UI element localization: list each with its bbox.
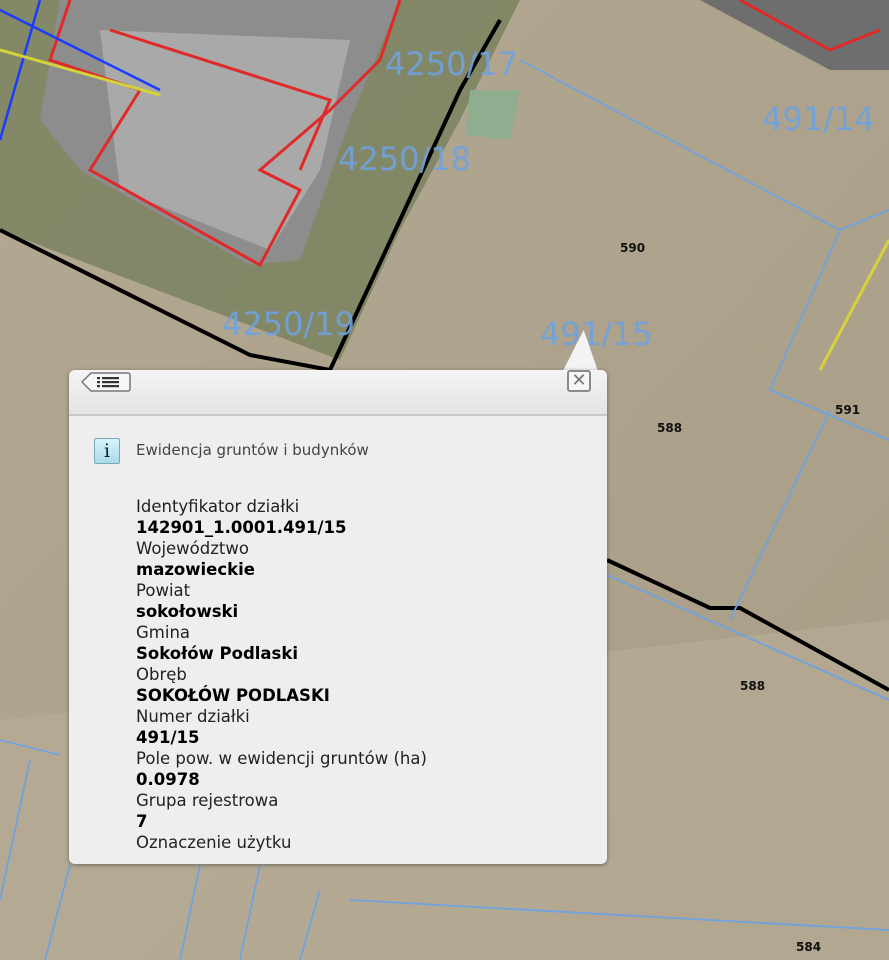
field-value: 142901_1.0001.491/15 [136,518,347,537]
info-icon: i [94,438,120,464]
attribute-list: Identyfikator działki 142901_1.0001.491/… [136,496,427,864]
parcel-label: 4250/17 [385,45,518,83]
field-label: Obręb [136,665,187,684]
field-value [136,853,427,864]
field-label: Gmina [136,623,191,642]
height-label: 590 [620,241,645,255]
popup-pointer [562,330,606,372]
field-value: 491/15 [136,728,200,747]
height-label: 591 [835,403,860,417]
field-value: 0.0978 [136,770,200,789]
field-value: sokołowski [136,602,239,621]
field-label: Numer działki [136,707,250,726]
parcel-label: 4250/19 [222,305,355,343]
parcel-label: 491/14 [762,100,875,138]
field-value: mazowieckie [136,560,255,579]
list-back-button[interactable] [81,372,131,392]
close-button[interactable]: ✕ [567,370,591,392]
field-label: Grupa rejestrowa [136,791,279,810]
field-label: Pole pow. w ewidencji gruntów (ha) [136,749,427,768]
field-value: Sokołów Podlaski [136,644,299,663]
field-label: Województwo [136,539,249,558]
source-title: Ewidencja gruntów i budynków [136,441,369,459]
close-icon: ✕ [571,370,587,391]
field-label: Oznaczenie użytku [136,833,292,852]
height-label: 584 [796,940,821,954]
field-label: Identyfikator działki [136,497,300,516]
field-label: Powiat [136,581,191,600]
parcel-label: 4250/18 [338,140,471,178]
field-value: 7 [136,812,148,831]
height-label: 588 [740,679,765,693]
feature-info-popup: ✕ i Ewidencja gruntów i budynków Identyf… [69,370,607,864]
height-label: 588 [657,421,682,435]
popup-header: ✕ [69,370,607,416]
field-value: SOKOŁÓW PODLASKI [136,686,330,705]
